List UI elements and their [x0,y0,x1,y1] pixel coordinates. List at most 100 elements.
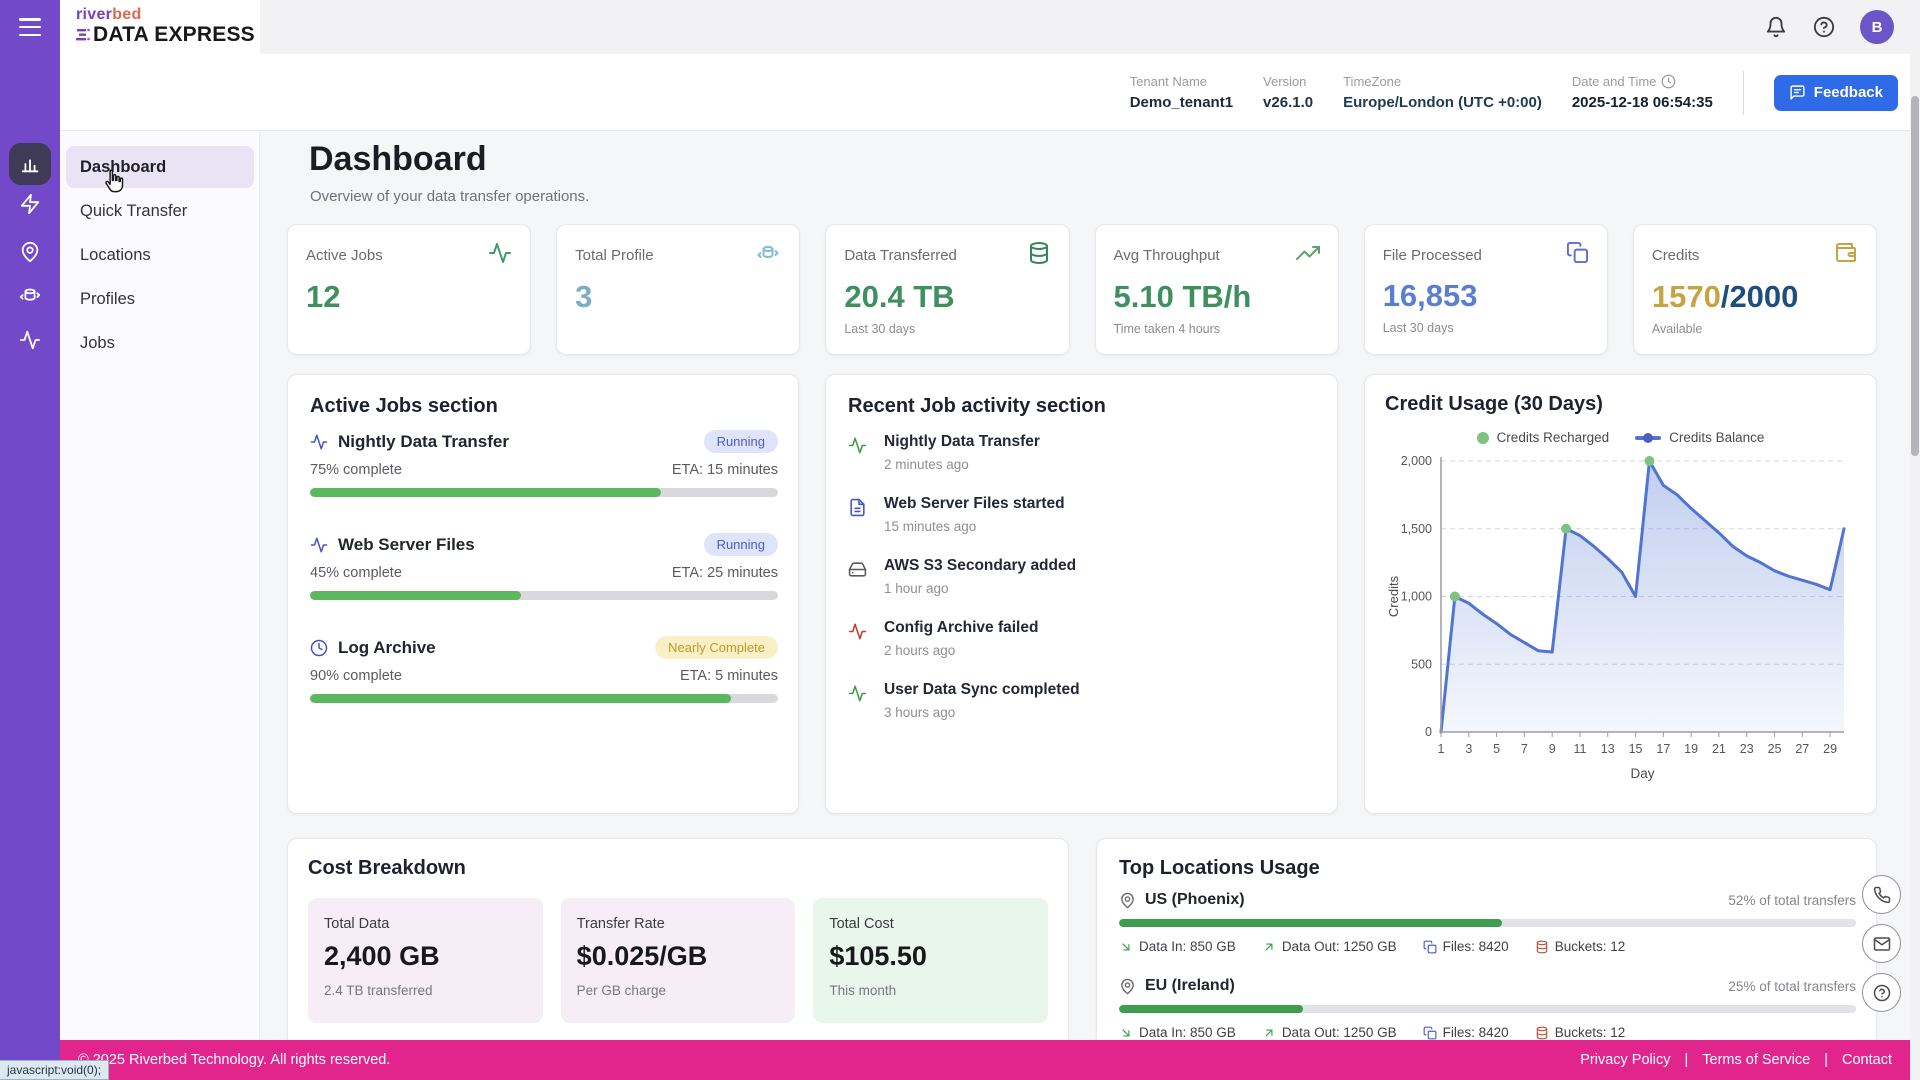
progress-bar [310,694,778,703]
notifications-button[interactable] [1764,15,1788,39]
status-badge: Running [704,430,778,453]
rail-dashboard-icon[interactable] [9,143,51,185]
datetime-info: Date and Time 2025-12-18 06:54:35 [1572,74,1713,111]
tenant-info: Tenant Name Demo_tenant1 [1130,74,1233,111]
speed-lines-icon [76,27,90,43]
trending-up-icon [1296,241,1320,270]
copyright-text: © 2025 Riverbed Technology. All rights r… [78,1052,390,1068]
header-divider [1743,71,1744,115]
credit-usage-panel: Credit Usage (30 Days) Credits Recharged… [1364,374,1877,814]
chart-legend: Credits Recharged Credits Balance [1385,430,1856,445]
help-circle-icon [1813,16,1835,38]
progress-bar [310,488,778,497]
progress-bar [310,591,778,600]
page-subtitle: Overview of your data transfer operation… [310,188,589,205]
timezone-value: Europe/London (UTC +0:00) [1343,94,1542,111]
help-fab-button[interactable] [1862,973,1901,1012]
stat-value: 12 [306,279,512,315]
sidebar-item-profiles[interactable]: Profiles [66,278,254,320]
activity-item: Web Server Files started15 minutes ago [848,495,1065,534]
scrollbar-thumb[interactable] [1911,96,1919,456]
rail-profiles-icon[interactable] [9,275,51,317]
feedback-button[interactable]: Feedback [1774,75,1898,111]
job-row-web-server-files: Web Server Files Running 45% completeETA… [310,533,778,600]
stat-value: 16,853 [1383,278,1589,314]
stat-card-total-profile: Total Profile 3 [556,224,800,355]
menu-icon[interactable] [19,18,41,36]
user-avatar[interactable]: B [1860,10,1894,44]
stat-value: 20.4 TB [844,279,1050,315]
recent-activity-title: Recent Job activity section [848,395,1315,418]
database-icon [1027,241,1051,270]
scrollbar-track[interactable] [1910,0,1920,1080]
svg-text:17: 17 [1656,742,1670,756]
stat-card-data-transferred: Data Transferred 20.4 TB Last 30 days [825,224,1069,355]
activity-item: Nightly Data Transfer2 minutes ago [848,433,1040,472]
terms-of-service-link[interactable]: Terms of Service [1702,1052,1810,1068]
bell-icon [1765,16,1787,38]
location-usage-bar [1119,1005,1856,1013]
stat-card-credits: Credits 1570/2000 Available [1633,224,1877,355]
zap-icon [19,193,41,215]
arrow-down-right-icon [1119,1026,1133,1040]
sidebar-item-jobs[interactable]: Jobs [66,322,254,364]
svg-text:7: 7 [1521,742,1528,756]
location-usage-bar [1119,919,1856,927]
svg-text:1,000: 1,000 [1401,590,1432,604]
version-value: v26.1.0 [1263,94,1313,111]
rail-locations-icon[interactable] [9,231,51,273]
activity-item: AWS S3 Secondary added1 hour ago [848,557,1076,596]
files-icon [1566,241,1589,269]
rail-quick-transfer-icon[interactable] [9,183,51,225]
sidebar-item-dashboard[interactable]: Dashboard [66,146,254,188]
sidebar-item-quick-transfer[interactable]: Quick Transfer [66,190,254,232]
svg-text:13: 13 [1601,742,1615,756]
help-button[interactable] [1812,15,1836,39]
svg-text:Day: Day [1630,766,1654,781]
datetime-label: Date and Time [1572,74,1657,89]
activity-icon [848,436,868,472]
privacy-policy-link[interactable]: Privacy Policy [1580,1052,1670,1068]
stat-card-avg-throughput: Avg Throughput 5.10 TB/h Time taken 4 ho… [1095,224,1339,355]
stat-card-file-processed: File Processed 16,853 Last 30 days [1364,224,1608,355]
files-icon [1423,1026,1437,1040]
sidebar: Dashboard Quick Transfer Locations Profi… [60,131,260,1040]
svg-text:Credits: Credits [1386,575,1401,617]
database-transfer-icon [18,285,42,307]
credit-usage-title: Credit Usage (30 Days) [1385,393,1856,416]
svg-text:19: 19 [1684,742,1698,756]
svg-text:25: 25 [1768,742,1782,756]
timezone-info: TimeZone Europe/London (UTC +0:00) [1343,74,1542,111]
cost-tile-transfer-rate: Transfer Rate $0.025/GB Per GB charge [561,898,796,1023]
wallet-icon [1834,241,1858,270]
job-row-log-archive: Log Archive Nearly Complete 90% complete… [310,636,778,703]
svg-text:27: 27 [1795,742,1809,756]
status-badge: Running [704,533,778,556]
file-text-icon [848,498,868,534]
top-bar: riverbed DATA EXPRESS B [60,0,1920,54]
stat-value: 1570/2000 [1652,279,1858,315]
activity-icon [19,329,41,351]
svg-text:9: 9 [1549,742,1556,756]
app-screen: riverbed DATA EXPRESS B Tenant Name Demo… [0,0,1920,1080]
credit-usage-chart: 05001,0001,5002,000135791113151719212325… [1385,449,1858,784]
bar-chart-icon [19,153,41,175]
activity-icon [848,684,868,720]
browser-status-bar: javascript:void(0); [0,1060,109,1080]
bucket-icon [1535,1026,1549,1040]
status-badge: Nearly Complete [655,636,778,659]
stat-value: 3 [575,279,781,315]
mail-fab-button[interactable] [1862,924,1901,963]
contact-link[interactable]: Contact [1842,1052,1892,1068]
phone-fab-button[interactable] [1862,875,1901,914]
sidebar-item-locations[interactable]: Locations [66,234,254,276]
help-circle-icon [1873,984,1891,1002]
chat-icon [1789,84,1806,101]
stat-card-active-jobs: Active Jobs 12 [287,224,531,355]
rail-jobs-icon[interactable] [9,319,51,361]
timezone-label: TimeZone [1343,74,1542,89]
activity-item: User Data Sync completed3 hours ago [848,681,1080,720]
svg-text:0: 0 [1425,725,1432,739]
brand-logo[interactable]: riverbed DATA EXPRESS [60,0,260,54]
svg-text:2,000: 2,000 [1401,454,1432,468]
